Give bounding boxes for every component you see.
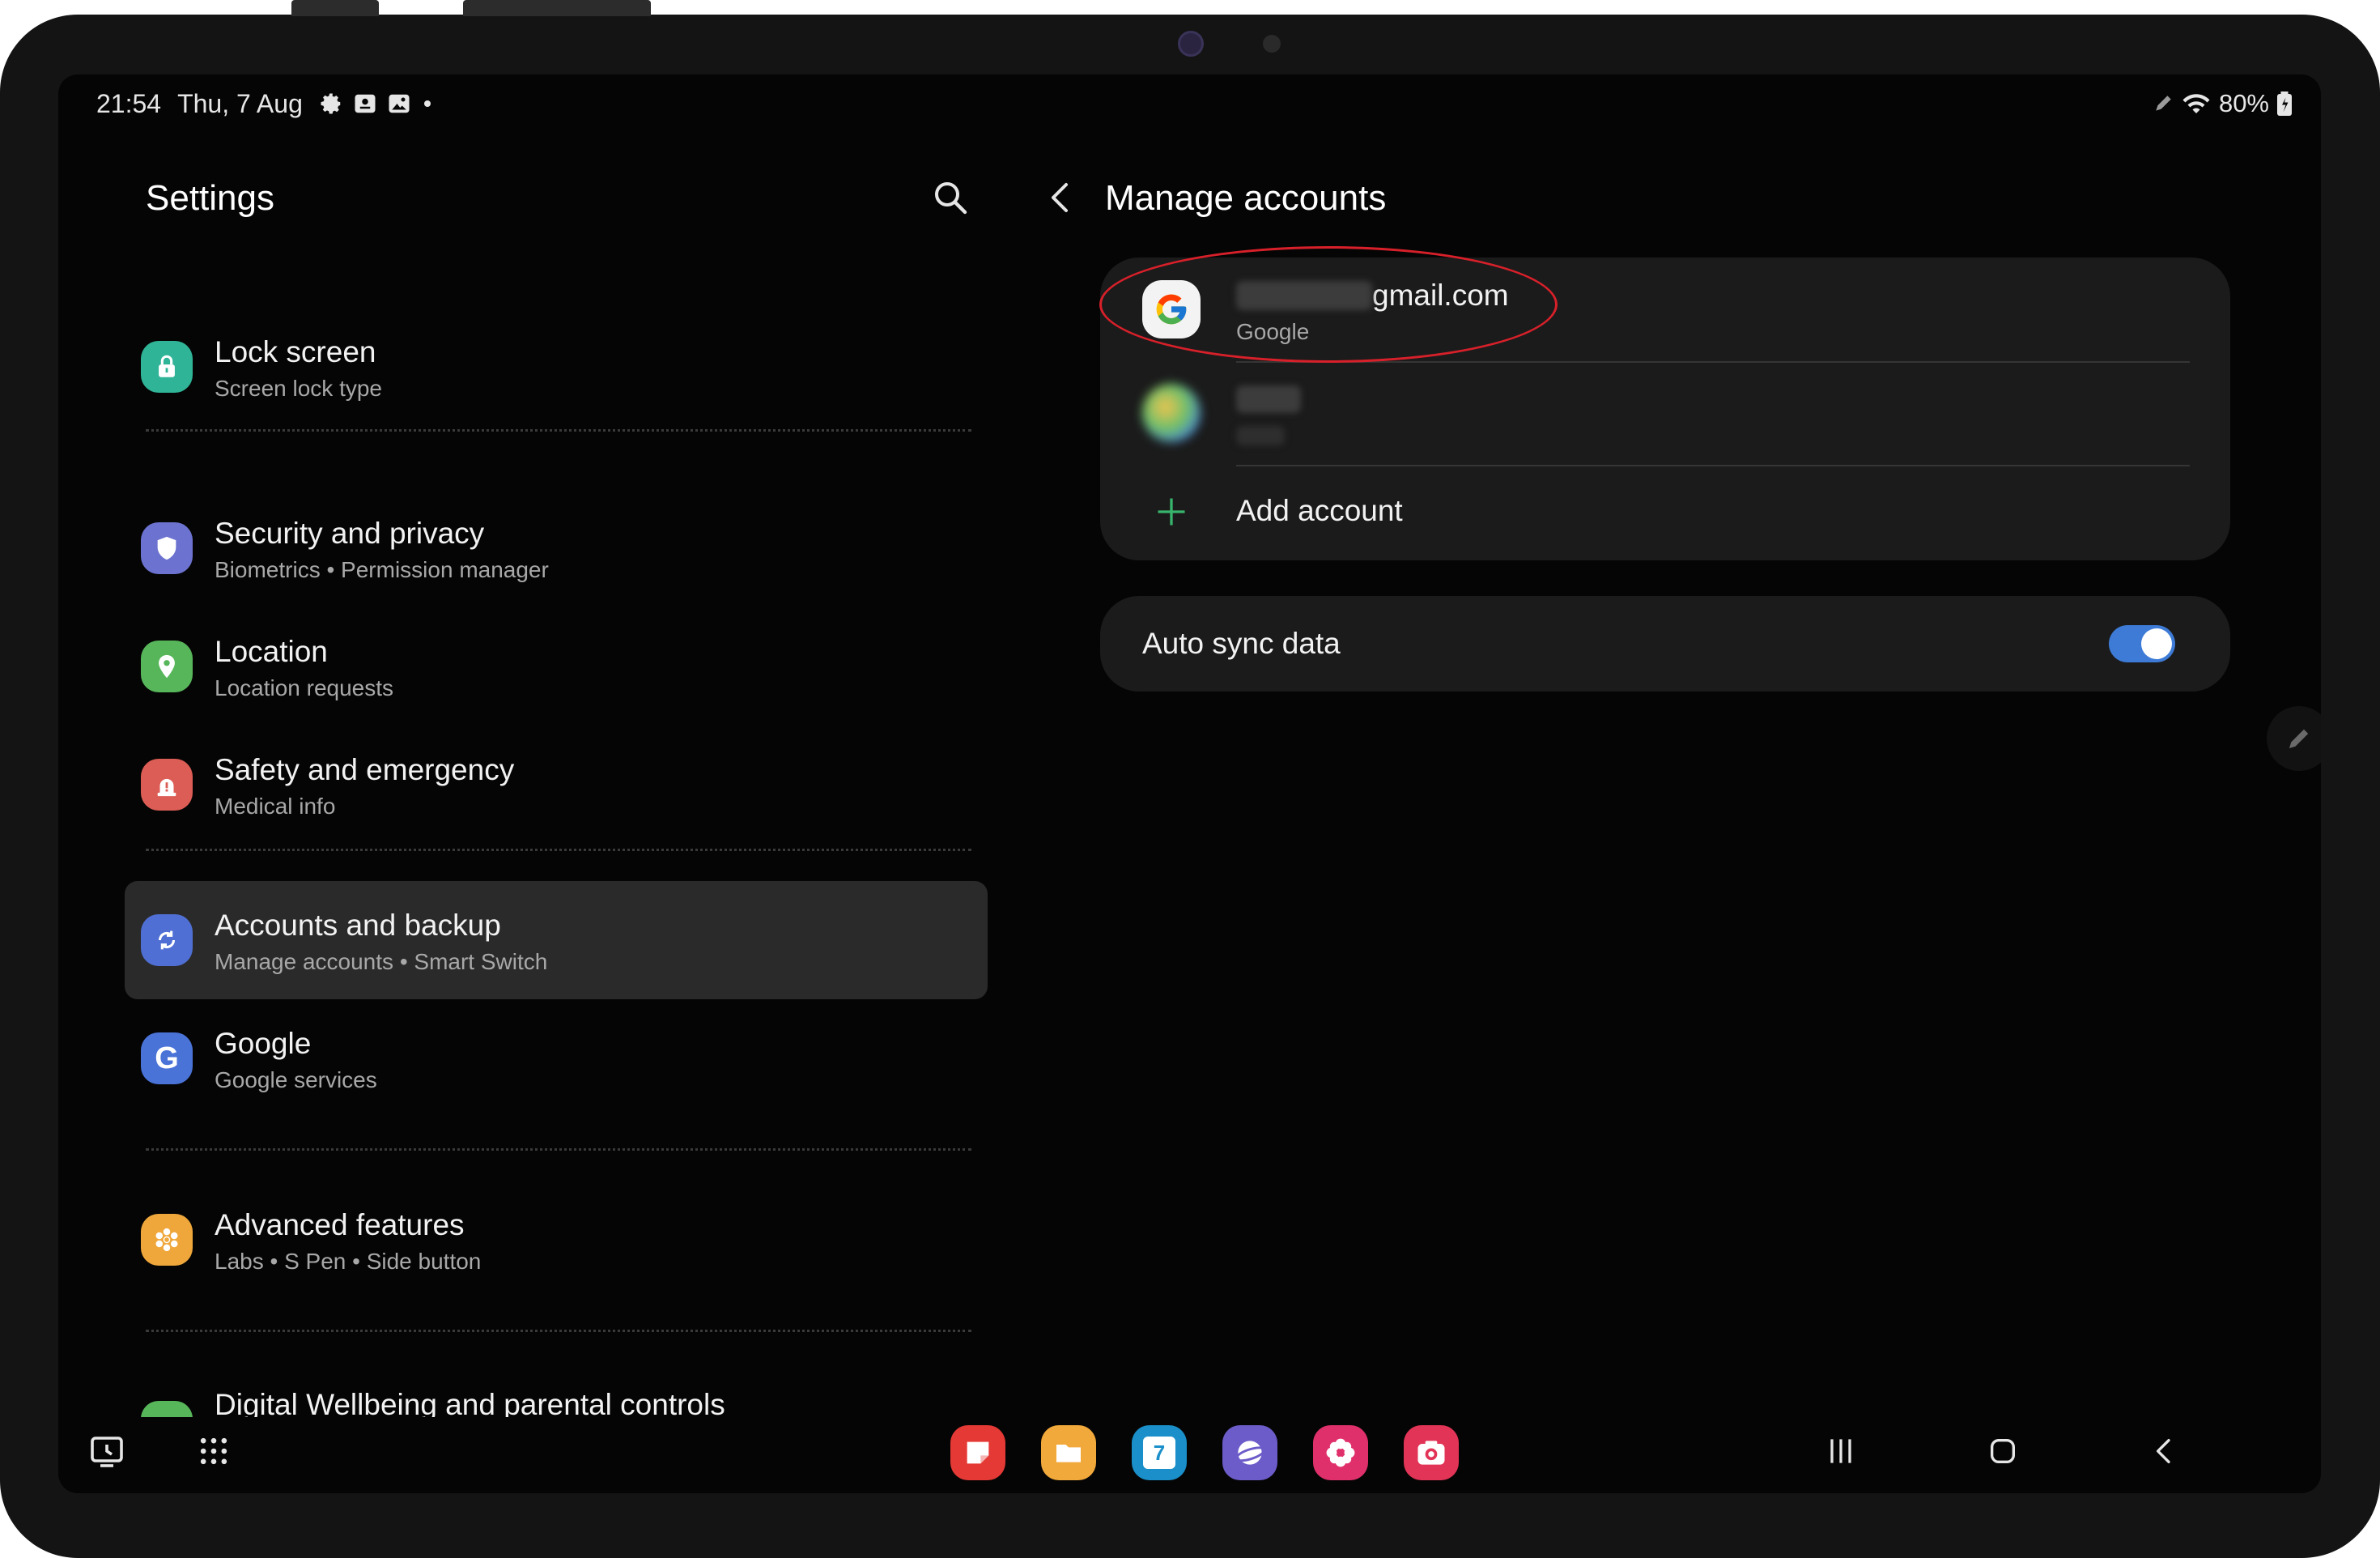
settings-item-title: Digital Wellbeing and parental controls <box>215 1388 725 1417</box>
apps-grid-button[interactable] <box>188 1425 240 1477</box>
gallery-app-icon[interactable] <box>1313 1425 1368 1480</box>
calendar-day: 7 <box>1143 1437 1175 1469</box>
settings-item-security-and-privacy[interactable]: Security and privacy Biometrics • Permis… <box>125 489 988 607</box>
settings-item-subtitle: Screen lock type <box>215 376 382 401</box>
redacted-account-icon <box>1142 384 1201 442</box>
notes-app-icon[interactable] <box>950 1425 1005 1480</box>
internet-app-icon[interactable] <box>1222 1425 1277 1480</box>
more-dot-icon <box>423 100 431 107</box>
settings-item-safety-and-emergency[interactable]: Safety and emergency Medical info <box>125 726 988 844</box>
settings-item-google[interactable]: G Google Google services <box>125 999 988 1117</box>
wifi-icon <box>2182 94 2210 113</box>
settings-item-subtitle: Medical info <box>215 794 336 819</box>
screen-recorder-button[interactable] <box>81 1425 133 1477</box>
voice-recorder-icon <box>355 94 376 113</box>
settings-title: Settings <box>146 178 274 218</box>
settings-item-title: Safety and emergency <box>215 753 515 786</box>
sync-icon <box>141 914 193 966</box>
star-gear-icon <box>141 1214 193 1266</box>
settings-item-advanced-features[interactable]: Advanced features Labs • S Pen • Side bu… <box>125 1181 988 1299</box>
volume-key <box>291 0 379 16</box>
pencil-icon <box>2289 729 2309 748</box>
auto-sync-label: Auto sync data <box>1142 627 1341 660</box>
settings-item-digital-wellbeing[interactable]: Digital Wellbeing and parental controls <box>125 1378 988 1417</box>
screen-recorder-icon <box>91 1437 123 1467</box>
notification-icons <box>319 92 431 116</box>
back-icon <box>2157 1439 2170 1463</box>
power-key <box>463 0 651 16</box>
toggle-knob <box>2141 628 2172 659</box>
nav-back-button[interactable] <box>2139 1425 2191 1477</box>
s-pen-icon <box>2156 96 2171 111</box>
settings-item-subtitle: Manage accounts • Smart Switch <box>215 949 548 974</box>
section-divider <box>146 1148 971 1151</box>
wellbeing-icon <box>141 1401 193 1417</box>
home-icon <box>1991 1439 2015 1463</box>
recents-icon <box>1830 1439 1851 1463</box>
settings-item-subtitle: Biometrics • Permission manager <box>215 557 549 582</box>
settings-icon <box>321 93 341 114</box>
edit-handle[interactable] <box>2267 706 2321 771</box>
section-divider <box>146 429 971 432</box>
battery-icon <box>2277 92 2292 116</box>
calendar-app-icon[interactable]: 7 <box>1132 1425 1187 1480</box>
google-icon: G <box>141 1032 193 1084</box>
settings-item-title: Advanced features <box>215 1208 465 1241</box>
gallery-icon <box>389 94 410 113</box>
screen: 21:54 Thu, 7 Aug 80% Settings Lock scree… <box>58 74 2321 1493</box>
search-button[interactable] <box>931 178 970 217</box>
annotation-ellipse <box>1099 246 1558 363</box>
back-button[interactable] <box>1042 178 1081 217</box>
recents-button[interactable] <box>1815 1425 1867 1477</box>
home-button[interactable] <box>1977 1425 2029 1477</box>
status-bar-right: 80% <box>2153 83 2292 125</box>
section-divider <box>146 849 971 851</box>
settings-item-title: Security and privacy <box>215 517 485 550</box>
my-files-app-icon[interactable] <box>1041 1425 1096 1480</box>
account-row-redacted[interactable] <box>1100 363 2230 465</box>
settings-item-location[interactable]: Location Location requests <box>125 607 988 726</box>
redacted-account-type <box>1236 426 1285 445</box>
redacted-account-name <box>1236 385 1301 413</box>
add-account-button[interactable]: Add account <box>1100 466 2230 560</box>
settings-item-title: Google <box>215 1027 312 1060</box>
alert-icon <box>141 759 193 811</box>
lock-icon <box>141 341 193 393</box>
status-bar-left: 21:54 Thu, 7 Aug <box>96 83 431 125</box>
settings-item-title: Accounts and backup <box>215 909 501 942</box>
plus-icon <box>1158 498 1185 526</box>
settings-item-subtitle: Location requests <box>215 675 394 700</box>
settings-item-title: Location <box>215 635 328 668</box>
camera-app-icon[interactable] <box>1404 1425 1459 1480</box>
settings-item-subtitle: Google services <box>215 1067 377 1092</box>
battery-percent: 80% <box>2218 89 2269 117</box>
manage-accounts-title: Manage accounts <box>1105 178 1387 218</box>
chevron-left-icon <box>1052 183 1068 212</box>
apps-grid-icon <box>200 1437 227 1465</box>
proximity-sensor <box>1263 35 1281 53</box>
settings-item-lock-screen[interactable]: Lock screen Screen lock type <box>125 308 988 426</box>
front-camera <box>1178 31 1204 57</box>
date: Thu, 7 Aug <box>177 88 303 118</box>
auto-sync-card[interactable]: Auto sync data <box>1100 596 2230 692</box>
section-divider <box>146 1330 971 1332</box>
auto-sync-toggle[interactable] <box>2109 625 2175 662</box>
settings-item-title: Lock screen <box>215 335 376 368</box>
shield-icon <box>141 522 193 574</box>
location-pin-icon <box>141 641 193 692</box>
settings-item-subtitle: Labs • S Pen • Side button <box>215 1249 482 1274</box>
settings-item-accounts-and-backup[interactable]: Accounts and backup Manage accounts • Sm… <box>125 881 988 999</box>
clock: 21:54 <box>96 88 162 118</box>
search-icon <box>935 182 967 215</box>
add-account-label: Add account <box>1236 494 1403 527</box>
